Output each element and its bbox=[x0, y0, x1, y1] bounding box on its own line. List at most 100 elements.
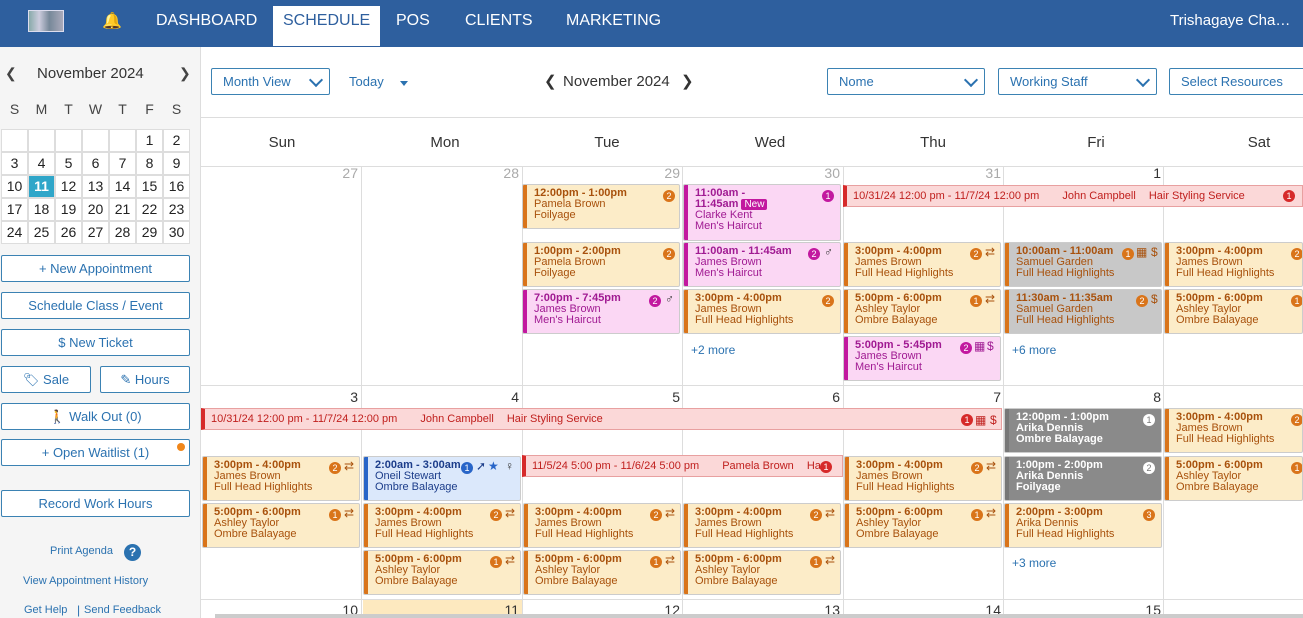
nav-pos[interactable]: POS bbox=[386, 6, 440, 45]
appointment[interactable]: 3:00pm - 4:00pm James Brown Full Head High… bbox=[363, 503, 521, 548]
day-number[interactable]: 5 bbox=[660, 389, 680, 405]
mini-calendar-day[interactable]: 4 bbox=[28, 152, 55, 175]
appointment[interactable]: 3:00pm - 4:00pm James Brown Full Head High… bbox=[683, 503, 841, 548]
bell-icon[interactable]: 🔔 bbox=[102, 11, 122, 31]
appointment[interactable]: 10:00am - 11:00am Samuel Garden Full Head … bbox=[1004, 242, 1162, 287]
day-number[interactable]: 8 bbox=[1141, 389, 1161, 405]
mini-calendar-day[interactable]: 18 bbox=[28, 198, 55, 221]
nome-select[interactable]: Nome bbox=[827, 68, 985, 95]
appointment[interactable]: 5:00pm - 6:00pm Ashley Taylor Ombre Balaya… bbox=[1164, 289, 1303, 334]
today-button[interactable]: Today bbox=[349, 74, 384, 89]
print-agenda-link[interactable]: Print Agenda bbox=[50, 545, 113, 557]
view-select[interactable]: Month View bbox=[211, 68, 330, 95]
day-number[interactable]: 1 bbox=[1141, 165, 1161, 181]
mini-calendar-day[interactable]: 12 bbox=[55, 175, 82, 198]
horizontal-scrollbar[interactable] bbox=[215, 614, 1303, 618]
appointment[interactable]: 11:00am - 11:45am James Brown Men's Haircu… bbox=[683, 242, 841, 287]
record-work-hours-button[interactable]: Record Work Hours bbox=[1, 490, 190, 517]
appointment[interactable]: 11:30am - 11:35am Samuel Garden Full Head … bbox=[1004, 289, 1162, 334]
mini-calendar-day[interactable]: 9 bbox=[163, 152, 190, 175]
mini-calendar-day[interactable]: 30 bbox=[163, 221, 190, 244]
mini-calendar-day[interactable]: 20 bbox=[82, 198, 109, 221]
schedule-class-button[interactable]: Schedule Class / Event bbox=[1, 292, 190, 319]
appointment[interactable]: 3:00pm - 4:00pm James Brown Full Head High… bbox=[1164, 242, 1303, 287]
mini-calendar-day[interactable]: 10 bbox=[1, 175, 28, 198]
appointment[interactable]: 12:00pm - 1:00pm Pamela Brown Foilyage 2 bbox=[522, 184, 680, 229]
mini-calendar-day[interactable]: 22 bbox=[136, 198, 163, 221]
view-history-link[interactable]: View Appointment History bbox=[23, 575, 148, 587]
appointment[interactable]: 2:00pm - 3:00pm Arika Dennis Full Head Hig… bbox=[1004, 503, 1162, 548]
mini-calendar-day[interactable]: 29 bbox=[136, 221, 163, 244]
day-number[interactable]: 4 bbox=[499, 389, 519, 405]
mini-calendar-day[interactable]: 7 bbox=[109, 152, 136, 175]
mini-calendar-day[interactable]: 25 bbox=[28, 221, 55, 244]
day-number[interactable]: 27 bbox=[338, 165, 358, 181]
appointment[interactable]: 5:00pm - 6:00pm Ashley Taylor Ombre Balaya… bbox=[363, 550, 521, 595]
multi-day-event[interactable]: 11/5/24 5:00 pm - 11/6/24 5:00 pm Pamela… bbox=[522, 455, 843, 477]
mini-calendar-day[interactable]: 23 bbox=[163, 198, 190, 221]
appointment[interactable]: 3:00pm - 4:00pm James Brown Full Head High… bbox=[683, 289, 841, 334]
mini-calendar-day[interactable]: 5 bbox=[55, 152, 82, 175]
appointment[interactable]: 12:00pm - 1:00pm Arika Dennis Ombre Balaya… bbox=[1004, 408, 1162, 453]
resources-select[interactable]: Select Resources bbox=[1169, 68, 1303, 95]
open-waitlist-button[interactable]: + Open Waitlist (1) bbox=[1, 439, 190, 466]
appointment[interactable]: 2:00am - 3:00am Oneil Stewart Ombre Balaya… bbox=[363, 456, 521, 501]
mini-calendar-day[interactable]: 13 bbox=[82, 175, 109, 198]
mini-calendar-day[interactable]: 11 bbox=[28, 175, 55, 198]
appointment[interactable]: 1:00pm - 2:00pm Pamela Brown Foilyage 2 bbox=[522, 242, 680, 287]
new-appointment-button[interactable]: + New Appointment bbox=[1, 255, 190, 282]
prev-period-icon[interactable]: ❮ bbox=[544, 72, 557, 90]
appointment[interactable]: 3:00pm - 4:00pm James Brown Full Head High… bbox=[202, 456, 360, 501]
nav-dashboard[interactable]: DASHBOARD bbox=[146, 6, 267, 45]
day-number[interactable]: 28 bbox=[499, 165, 519, 181]
mini-calendar-day[interactable]: 15 bbox=[136, 175, 163, 198]
today-caret-icon[interactable] bbox=[400, 81, 408, 86]
mini-calendar-day[interactable]: 17 bbox=[1, 198, 28, 221]
get-help-link[interactable]: Get Help bbox=[24, 604, 67, 616]
appointment[interactable]: 5:00pm - 6:00pm Ashley Taylor Ombre Balaya… bbox=[523, 550, 681, 595]
prev-month-icon[interactable]: ❮ bbox=[5, 65, 17, 82]
day-number[interactable]: 29 bbox=[660, 165, 680, 181]
appointment[interactable]: 3:00pm - 4:00pm James Brown Full Head High… bbox=[843, 242, 1001, 287]
mini-calendar-day[interactable]: 27 bbox=[82, 221, 109, 244]
day-number[interactable]: 31 bbox=[981, 165, 1001, 181]
appointment[interactable]: 3:00pm - 4:00pm James Brown Full Head High… bbox=[1164, 408, 1303, 453]
mini-calendar-day[interactable]: 6 bbox=[82, 152, 109, 175]
help-icon[interactable]: ? bbox=[124, 544, 141, 561]
appointment[interactable]: 7:00pm - 7:45pm James Brown Men's Haircut 2… bbox=[522, 289, 680, 334]
mini-calendar-day[interactable]: 14 bbox=[109, 175, 136, 198]
mini-calendar-day[interactable]: 24 bbox=[1, 221, 28, 244]
nav-schedule[interactable]: SCHEDULE bbox=[273, 6, 381, 46]
mini-calendar-day[interactable]: 26 bbox=[55, 221, 82, 244]
mini-calendar-day[interactable]: 3 bbox=[1, 152, 28, 175]
mini-calendar-day[interactable]: 8 bbox=[136, 152, 163, 175]
mini-calendar-day[interactable]: 1 bbox=[136, 129, 163, 152]
mini-calendar-day[interactable]: 16 bbox=[163, 175, 190, 198]
multi-day-event[interactable]: 10/31/24 12:00 pm - 11/7/24 12:00 pm Joh… bbox=[843, 185, 1303, 207]
sale-button[interactable]: 🏷 Sale bbox=[1, 366, 91, 393]
hours-button[interactable]: ✎ Hours bbox=[100, 366, 190, 393]
appointment[interactable]: 5:00pm - 6:00pm Ashley Taylor Ombre Balaya… bbox=[844, 503, 1002, 548]
nav-clients[interactable]: CLIENTS bbox=[455, 6, 543, 45]
new-ticket-button[interactable]: $ New Ticket bbox=[1, 329, 190, 356]
send-feedback-link[interactable]: Send Feedback bbox=[84, 604, 161, 616]
more-link[interactable]: +3 more bbox=[1012, 556, 1056, 570]
day-number[interactable]: 6 bbox=[820, 389, 840, 405]
appointment[interactable]: 5:00pm - 6:00pm Ashley Taylor Ombre Balaya… bbox=[202, 503, 360, 548]
mini-calendar-day[interactable]: 28 bbox=[109, 221, 136, 244]
appointment[interactable]: 5:00pm - 5:45pm James Brown Men's Haircut 2… bbox=[843, 336, 1001, 381]
mini-calendar-day[interactable]: 19 bbox=[55, 198, 82, 221]
appointment[interactable]: 11:00am -11:45am New Clarke Kent Men's Hair… bbox=[683, 184, 841, 241]
business-logo[interactable] bbox=[28, 10, 64, 32]
mini-calendar-day[interactable]: 2 bbox=[163, 129, 190, 152]
next-period-icon[interactable]: ❯ bbox=[681, 72, 694, 90]
appointment[interactable]: 1:00pm - 2:00pm Arika Dennis Foilyage 2 bbox=[1004, 456, 1162, 501]
walk-out-button[interactable]: 🚶 Walk Out (0) bbox=[1, 403, 190, 430]
appointment[interactable]: 5:00pm - 6:00pm Ashley Taylor Ombre Balaya… bbox=[843, 289, 1001, 334]
day-number[interactable]: 7 bbox=[981, 389, 1001, 405]
appointment[interactable]: 3:00pm - 4:00pm James Brown Full Head High… bbox=[844, 456, 1002, 501]
staff-select[interactable]: Working Staff bbox=[998, 68, 1157, 95]
appointment[interactable]: 5:00pm - 6:00pm Ashley Taylor Ombre Balaya… bbox=[683, 550, 841, 595]
next-month-icon[interactable]: ❯ bbox=[179, 65, 191, 82]
more-link[interactable]: +2 more bbox=[691, 343, 735, 357]
